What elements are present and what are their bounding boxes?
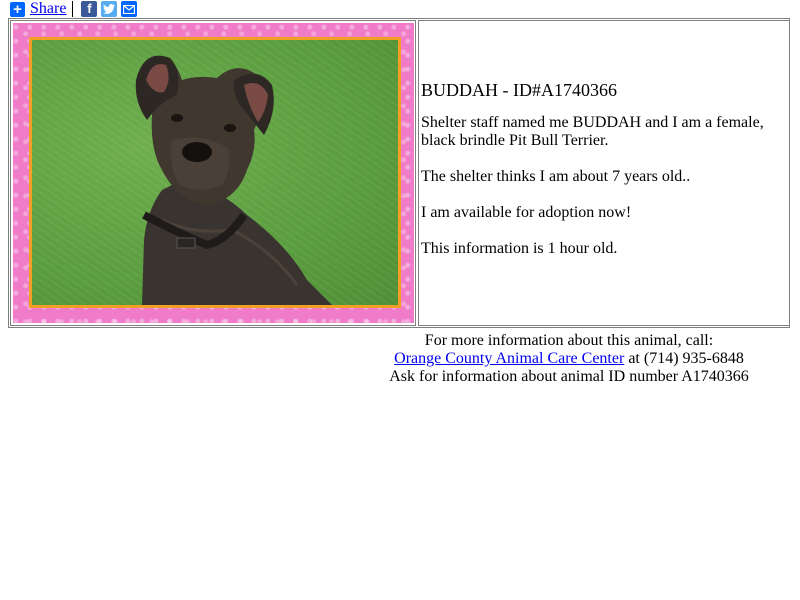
email-icon[interactable]: [121, 1, 138, 17]
shelter-link[interactable]: Orange County Animal Care Center: [394, 350, 624, 367]
contact-id-line: Ask for information about animal ID numb…: [389, 368, 749, 385]
animal-age: The shelter thinks I am about 7 years ol…: [421, 168, 691, 185]
animal-description: Shelter staff named me BUDDAH and I am a…: [421, 114, 764, 149]
facebook-icon[interactable]: f: [81, 1, 98, 17]
contact-shelter-line: Orange County Animal Care Center at (714…: [380, 350, 758, 368]
contact-info: For more information about this animal, …: [380, 332, 758, 386]
shelter-phone: at (714) 935-6848: [624, 350, 744, 367]
share-bar: + Share f: [10, 0, 141, 18]
animal-info: BUDDAH - ID#A1740366 Shelter staff named…: [421, 80, 781, 276]
contact-intro: For more information about this animal, …: [424, 332, 714, 349]
animal-title: BUDDAH - ID#A1740366: [421, 80, 617, 100]
info-freshness: This information is 1 hour old.: [421, 240, 618, 257]
share-link[interactable]: Share: [30, 0, 66, 18]
twitter-icon[interactable]: [101, 1, 118, 17]
divider: [72, 1, 74, 17]
share-plus-icon[interactable]: +: [10, 1, 25, 17]
dog-image: [135, 55, 332, 305]
animal-photo: [32, 40, 398, 305]
animal-availability: I am available for adoption now!: [421, 204, 632, 221]
